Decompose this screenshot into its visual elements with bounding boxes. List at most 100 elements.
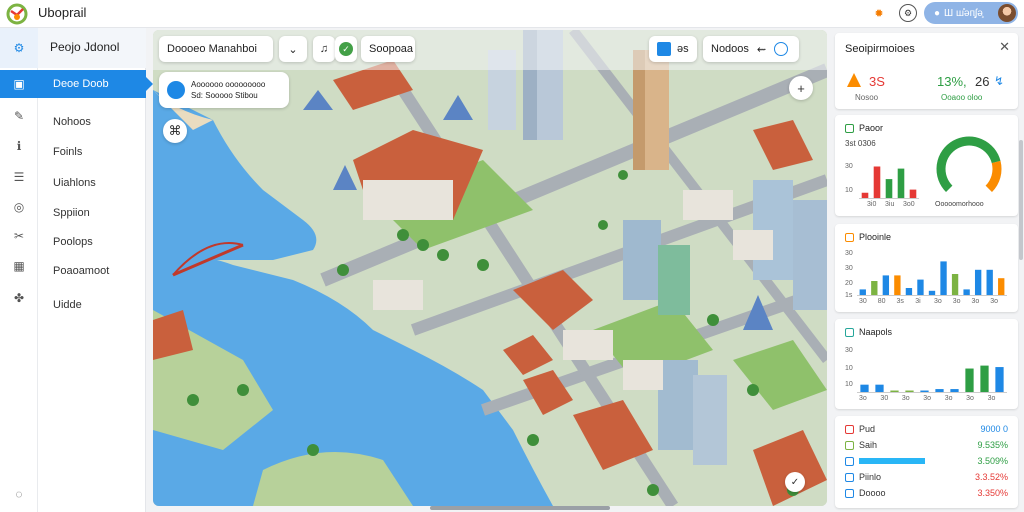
user-menu-button[interactable]: ● Ш ш̊ǝп̧ʃǝ̧ (924, 2, 1018, 24)
chart-bar[interactable] (950, 389, 959, 392)
list-item[interactable]: Doooo 3.350% (845, 488, 1010, 501)
settings-gear-icon[interactable]: ⚙ (0, 28, 38, 68)
list-item[interactable]: Piinlo 3.3.52% (845, 472, 1010, 485)
sidebar-item-notes[interactable]: Nohoos (38, 108, 146, 136)
list-item-value: 3.509% (977, 456, 1008, 466)
search-button[interactable]: Soopoaa (361, 36, 415, 62)
chart-bar[interactable] (935, 389, 944, 392)
gauge-chart (936, 136, 1002, 192)
chart-bar[interactable] (917, 279, 924, 295)
chart-bar[interactable] (909, 189, 917, 198)
x-tick: 3o (971, 298, 980, 305)
list-icon[interactable]: ☰ (11, 169, 27, 185)
maps-bar-chart (857, 365, 1007, 393)
chart-bar[interactable] (882, 275, 890, 295)
sidebar-item-tools[interactable]: Poolops (38, 228, 146, 256)
chart-bar[interactable] (905, 288, 913, 295)
layers-button[interactable]: ǝs (649, 36, 697, 62)
y-tick: 10 (845, 187, 853, 194)
icon-rail: ⚙ ▣ ✎ ℹ ☰ ◎ ✂ ▦ ✤ ◌ (0, 28, 38, 512)
x-tick: 3i0 (867, 201, 877, 208)
chart-bar[interactable] (974, 269, 982, 295)
chart-bar[interactable] (986, 269, 993, 295)
sidebar-item-locations[interactable]: Uiahlons (38, 169, 146, 197)
chart-bar[interactable] (861, 192, 869, 198)
chart-bar[interactable] (965, 368, 974, 392)
sidebar-item-planner[interactable]: Poaoamoot (38, 257, 146, 285)
settings-icon[interactable]: ⚙ (899, 4, 917, 22)
info-icon[interactable]: ℹ (11, 138, 27, 154)
list-item-value: 3.3.52% (974, 472, 1008, 482)
stat-left-value: 3S (869, 74, 885, 89)
x-tick: 30 (880, 395, 889, 402)
list-item[interactable]: Saih 9.535% (845, 440, 1010, 453)
locate-icon[interactable]: ✓ (785, 472, 805, 492)
map-icon[interactable]: ▣ (0, 70, 38, 98)
help-icon[interactable]: ◌ (11, 486, 27, 502)
chart-bar[interactable] (885, 179, 893, 198)
download-icon[interactable]: ↯ (994, 74, 1004, 88)
zoom-fit-icon[interactable]: ⌘ (163, 119, 187, 143)
profile-bar-chart (857, 261, 1007, 296)
chart-bar[interactable] (980, 365, 989, 392)
chart-bar[interactable] (928, 290, 936, 295)
card-icon (845, 328, 854, 337)
check-circle-icon[interactable]: ✓ (335, 36, 357, 62)
map-name-button[interactable]: Doooeo Manahboi (159, 36, 273, 62)
gauge-fill (936, 136, 1001, 192)
chart-bar[interactable] (998, 278, 1005, 295)
list-item[interactable]: 3.509% (845, 456, 1010, 469)
chevron-down-icon[interactable]: ⌄ (279, 36, 307, 62)
profile-chart-card: Plooinle 30 30 20 1s 30 80 3s 3i 3o 3o 3o 3o (835, 224, 1018, 312)
close-icon[interactable]: ✕ (999, 39, 1010, 55)
sidebar-item-options[interactable]: Sppiion (38, 199, 146, 227)
chart-bar[interactable] (963, 289, 970, 295)
chart-bar[interactable] (890, 390, 899, 392)
stat-left-label: Nosoo (855, 93, 879, 102)
info-popup[interactable]: Aoooooo ooooooooo Sd: Sooooo Stibou (159, 72, 289, 108)
map-name: Doooeo Manahboi (167, 43, 257, 55)
panel-title: Seoipirmoioes (845, 43, 915, 55)
sidebar-item-map[interactable]: Deoe Doob (38, 70, 153, 98)
user-name: Ш ш̊ǝп̧ʃǝ̧ (944, 7, 983, 19)
chart-bar[interactable] (894, 275, 901, 295)
sidebar-item-points[interactable]: Foinls (38, 138, 146, 166)
notification-icon[interactable]: ✹ (870, 4, 888, 22)
tools-icon[interactable]: ✂ (11, 228, 27, 244)
chart-bar[interactable] (905, 390, 914, 392)
list-item[interactable]: Pud 9000 0 (845, 424, 1010, 437)
panel-vertical-scrollbar[interactable] (1019, 140, 1023, 260)
right-panel: Seoipirmoioes ✕ 3S Nosoo 13%, 26 ↯ Ooaoo… (830, 30, 1024, 512)
chart-bar[interactable] (859, 289, 866, 295)
chart-bar[interactable] (871, 281, 878, 295)
chart-bar[interactable] (860, 384, 869, 392)
gauge-remaining (985, 160, 1002, 192)
chart-bar[interactable] (995, 367, 1004, 392)
chart-bar[interactable] (897, 168, 905, 198)
x-tick: 3o (944, 395, 953, 402)
stat-mid-value: 13%, (937, 74, 967, 89)
avatar (998, 4, 1016, 22)
puzzle-icon[interactable]: ✤ (11, 290, 27, 306)
map-horizontal-scrollbar[interactable] (430, 506, 610, 510)
city-map[interactable]: Doooeo Manahboi ⌄ ♫ ✓ Soopoaa ǝs Nodoos … (153, 30, 827, 506)
compass-icon[interactable]: ◎ (11, 199, 27, 215)
nodes-button[interactable]: Nodoos ⇜ (703, 36, 799, 62)
sidebar-item-guide[interactable]: Uidde (38, 291, 146, 319)
calendar-icon[interactable]: ▦ (11, 258, 27, 274)
bell-icon[interactable]: ♫ (313, 36, 335, 62)
chart-bar[interactable] (920, 390, 929, 392)
location-pin-icon (167, 81, 185, 99)
chart-bar[interactable] (875, 384, 884, 392)
chart-bar[interactable] (873, 166, 881, 199)
y-tick: 30 (845, 163, 853, 170)
add-icon[interactable]: + (789, 76, 813, 100)
chart-bar[interactable] (940, 261, 947, 295)
x-tick: 3o (901, 395, 910, 402)
chart-bar[interactable] (951, 274, 959, 295)
sidebar-item-label: Poolops (53, 236, 93, 248)
warning-icon (847, 73, 861, 87)
user-icon: ● (934, 7, 941, 19)
pencil-icon[interactable]: ✎ (11, 108, 27, 124)
sidebar-item-label: Sppiion (53, 207, 90, 219)
